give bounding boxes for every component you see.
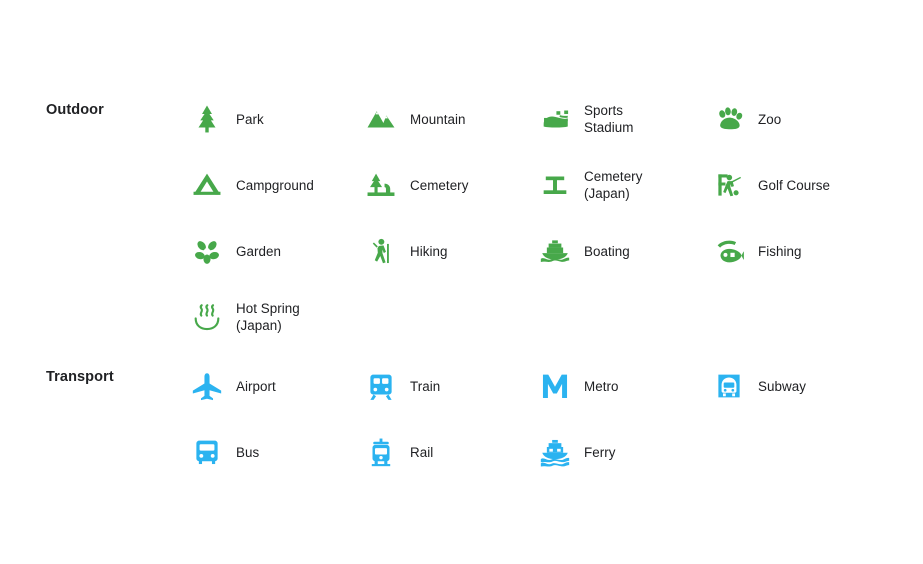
icon-row: Park Mountain Sports Stadium Zoo (188, 86, 923, 152)
legend-item[interactable]: Cemetery (Japan) (536, 152, 710, 218)
legend-item[interactable]: Subway (710, 353, 884, 419)
cemetery-japan-icon (536, 166, 574, 204)
legend-item-label: Bus (236, 444, 260, 460)
legend-item-label: Hot Spring (Japan) (236, 301, 300, 333)
legend-item[interactable]: Hiking (362, 218, 536, 284)
legend-item[interactable]: Airport (188, 353, 362, 419)
legend-item-label: Airport (236, 378, 276, 394)
legend-item[interactable]: Bus (188, 419, 362, 485)
icon-row: Hot Spring (Japan) (188, 284, 923, 350)
legend-item-label: Fishing (758, 243, 802, 259)
boat-icon (536, 232, 574, 270)
hot-spring-icon (188, 298, 226, 336)
legend-item[interactable]: Train (362, 353, 536, 419)
legend-item-label: Park (236, 111, 264, 127)
legend-item[interactable]: Campground (188, 152, 362, 218)
icon-legend-sheet: Outdoor Park Mountain Sports Stadium Zoo Camp… (0, 0, 923, 564)
golfer-icon (710, 166, 748, 204)
pine-tree-icon (188, 100, 226, 138)
icon-row: Airport Train Metro Subway (188, 353, 923, 419)
legend-item-label: Golf Course (758, 177, 830, 193)
section-heading: Transport (46, 369, 114, 385)
ferry-icon (536, 433, 574, 471)
icon-grid: Airport Train Metro Subway Bus Rail Ferry (188, 353, 923, 485)
legend-item-label: Sports Stadium (584, 103, 634, 135)
legend-item-label: Ferry (584, 444, 616, 460)
legend-item-label: Campground (236, 177, 314, 193)
legend-item[interactable]: Mountain (362, 86, 536, 152)
legend-item-label: Rail (410, 444, 434, 460)
bus-icon (188, 433, 226, 471)
legend-item-label: Metro (584, 378, 619, 394)
airplane-icon (188, 367, 226, 405)
icon-row: Bus Rail Ferry (188, 419, 923, 485)
legend-item[interactable]: Sports Stadium (536, 86, 710, 152)
train-icon (362, 367, 400, 405)
legend-item[interactable]: Ferry (536, 419, 710, 485)
legend-item[interactable]: Boating (536, 218, 710, 284)
icon-row: Campground Cemetery Cemetery (Japan) Golf C… (188, 152, 923, 218)
paw-print-icon (710, 100, 748, 138)
legend-item[interactable]: Garden (188, 218, 362, 284)
rail-tram-icon (362, 433, 400, 471)
legend-item-label: Subway (758, 378, 806, 394)
tent-icon (188, 166, 226, 204)
legend-item[interactable]: Park (188, 86, 362, 152)
legend-item-label: Garden (236, 243, 281, 259)
fish-icon (710, 232, 748, 270)
section-heading: Outdoor (46, 102, 104, 118)
legend-item[interactable]: Rail (362, 419, 536, 485)
icon-grid: Park Mountain Sports Stadium Zoo Campground C… (188, 86, 923, 350)
legend-item[interactable]: Cemetery (362, 152, 536, 218)
cemetery-tree-icon (362, 166, 400, 204)
legend-item-label: Mountain (410, 111, 466, 127)
legend-item[interactable]: Fishing (710, 218, 884, 284)
mountain-icon (362, 100, 400, 138)
legend-item[interactable]: Metro (536, 353, 710, 419)
legend-item-label: Cemetery (Japan) (584, 169, 643, 201)
subway-icon (710, 367, 748, 405)
hiker-icon (362, 232, 400, 270)
legend-item-label: Cemetery (410, 177, 469, 193)
sports-stadium-icon (536, 100, 574, 138)
legend-item-label: Train (410, 378, 441, 394)
legend-item-label: Zoo (758, 111, 782, 127)
icon-row: Garden Hiking Boating Fishing (188, 218, 923, 284)
metro-m-icon (536, 367, 574, 405)
legend-item-label: Boating (584, 243, 630, 259)
legend-item[interactable]: Hot Spring (Japan) (188, 284, 362, 350)
flower-icon (188, 232, 226, 270)
legend-item[interactable]: Golf Course (710, 152, 884, 218)
legend-item-label: Hiking (410, 243, 448, 259)
legend-item[interactable]: Zoo (710, 86, 884, 152)
